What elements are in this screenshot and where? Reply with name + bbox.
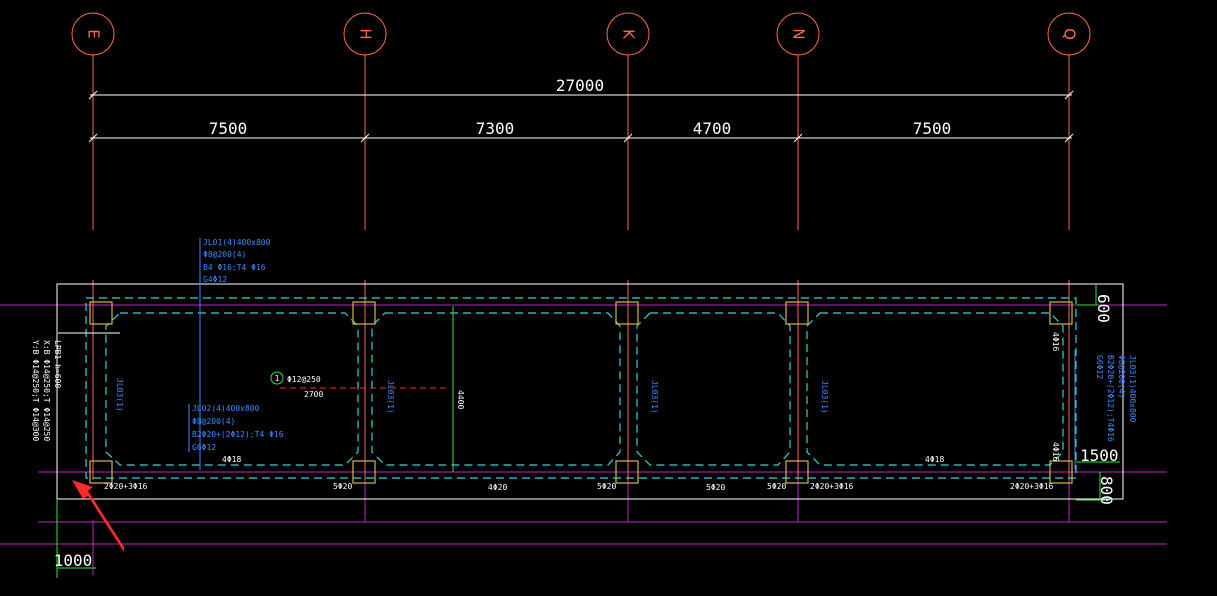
- svg-text:JL02(4)400x800: JL02(4)400x800: [192, 404, 260, 413]
- svg-text:2Φ20+3Φ16: 2Φ20+3Φ16: [1010, 482, 1054, 491]
- axis-label-q: Q: [1061, 28, 1079, 40]
- svg-text:JL03(1): JL03(1): [820, 380, 829, 414]
- svg-text:JL03(1): JL03(1): [650, 380, 659, 414]
- axis-label-k: K: [620, 29, 638, 40]
- axis-bubble-k[interactable]: K: [606, 12, 650, 56]
- beam-annotation-top[interactable]: JL01(4)400x800 Φ8@200(4) B4 Φ16;T4 Φ16 G…: [203, 238, 271, 284]
- svg-text:5Φ20: 5Φ20: [706, 483, 725, 492]
- leader-lines: [188, 238, 1076, 470]
- axis-bubble-e[interactable]: E: [71, 12, 115, 56]
- rebar-label: Φ12@250: [287, 375, 321, 384]
- dimension-right-bottom: 800: [1097, 476, 1116, 505]
- side-rebar-labels: 4Φ18 4Φ18 4Φ16 4Φ16: [222, 332, 1060, 464]
- svg-text:4Φ20: 4Φ20: [488, 483, 507, 492]
- svg-text:JL03(1): JL03(1): [115, 378, 124, 412]
- beam-dashed-lines: [85, 297, 1077, 479]
- dimension-span-4: 7500: [913, 119, 952, 138]
- svg-text:B2Φ20+(2Φ12);T4 Φ16: B2Φ20+(2Φ12);T4 Φ16: [192, 430, 284, 439]
- svg-text:5Φ20: 5Φ20: [597, 482, 616, 491]
- magenta-grid-lines: [0, 304, 1167, 575]
- slab-depth-label: 4400: [456, 390, 465, 409]
- slab-outline[interactable]: [56, 283, 1124, 500]
- cad-drawing-canvas[interactable]: E H K N Q 27000 7500 7300 4700 7500 4400…: [0, 0, 1217, 596]
- slab-note-left[interactable]: LPB1 h=600 X:B Φ14@250;T Φ14@250 Y:B Φ14…: [31, 332, 120, 441]
- svg-text:JL01(4)400x800: JL01(4)400x800: [203, 238, 271, 247]
- svg-text:Φ8@200(4): Φ8@200(4): [203, 250, 246, 259]
- svg-text:G6Φ12: G6Φ12: [1095, 355, 1104, 379]
- svg-text:JL03(1): JL03(1): [386, 380, 395, 414]
- svg-text:B4 Φ16;T4 Φ16: B4 Φ16;T4 Φ16: [203, 263, 266, 272]
- dimension-bottom-left: 1000: [54, 551, 93, 570]
- axis-label-e: E: [85, 29, 103, 38]
- dimension-span-2: 7300: [476, 119, 515, 138]
- svg-text:4Φ16: 4Φ16: [1051, 442, 1060, 461]
- axis-bubble-h[interactable]: H: [343, 12, 387, 56]
- svg-text:5Φ20: 5Φ20: [767, 482, 786, 491]
- svg-text:LPB1 h=600: LPB1 h=600: [53, 340, 62, 388]
- dimension-right-top: 600: [1094, 294, 1113, 323]
- svg-text:Y:B Φ14@250;T Φ14@300: Y:B Φ14@250;T Φ14@300: [31, 340, 40, 441]
- dimension-right-mid: 1500: [1080, 446, 1119, 465]
- axis-bubble-q[interactable]: Q: [1047, 12, 1091, 56]
- svg-text:JL03(1)400x800: JL03(1)400x800: [1128, 355, 1137, 423]
- dimension-span-3: 4700: [693, 119, 732, 138]
- svg-text:4Φ18: 4Φ18: [222, 455, 241, 464]
- svg-text:4Φ16: 4Φ16: [1051, 332, 1060, 351]
- svg-text:Φ8@200(4): Φ8@200(4): [1117, 355, 1126, 398]
- rebar-length: 2700: [304, 390, 323, 399]
- svg-text:2Φ20+3Φ16: 2Φ20+3Φ16: [810, 482, 854, 491]
- svg-text:G4Φ12: G4Φ12: [203, 275, 227, 284]
- svg-text:X:B Φ14@250;T Φ14@250: X:B Φ14@250;T Φ14@250: [42, 340, 51, 441]
- svg-text:G6Φ12: G6Φ12: [192, 443, 216, 452]
- beam-annotation-right[interactable]: JL03(1)400x800 Φ8@200(4) B2Φ20+(2Φ12);T4…: [1095, 355, 1137, 442]
- axis-label-n: N: [790, 28, 808, 39]
- svg-text:4Φ18: 4Φ18: [925, 455, 944, 464]
- svg-text:Φ8@200(4): Φ8@200(4): [192, 417, 235, 426]
- axis-label-h: H: [357, 28, 375, 39]
- section-marker-number: 1: [275, 374, 280, 383]
- svg-text:2Φ20+3Φ16: 2Φ20+3Φ16: [104, 482, 148, 491]
- beam-annotation-mid[interactable]: JL02(4)400x800 Φ8@200(4) B2Φ20+(2Φ12);T4…: [192, 404, 284, 452]
- dimension-span-1: 7500: [209, 119, 248, 138]
- svg-text:5Φ20: 5Φ20: [333, 482, 352, 491]
- svg-text:B2Φ20+(2Φ12);T4Φ16: B2Φ20+(2Φ12);T4Φ16: [1106, 355, 1115, 442]
- bottom-rebar-labels: 2Φ20+3Φ16 5Φ20 4Φ20 5Φ20 5Φ20 5Φ20 2Φ20+…: [104, 482, 1054, 492]
- dimension-total: 27000: [556, 76, 604, 95]
- axis-bubble-n[interactable]: N: [776, 12, 820, 56]
